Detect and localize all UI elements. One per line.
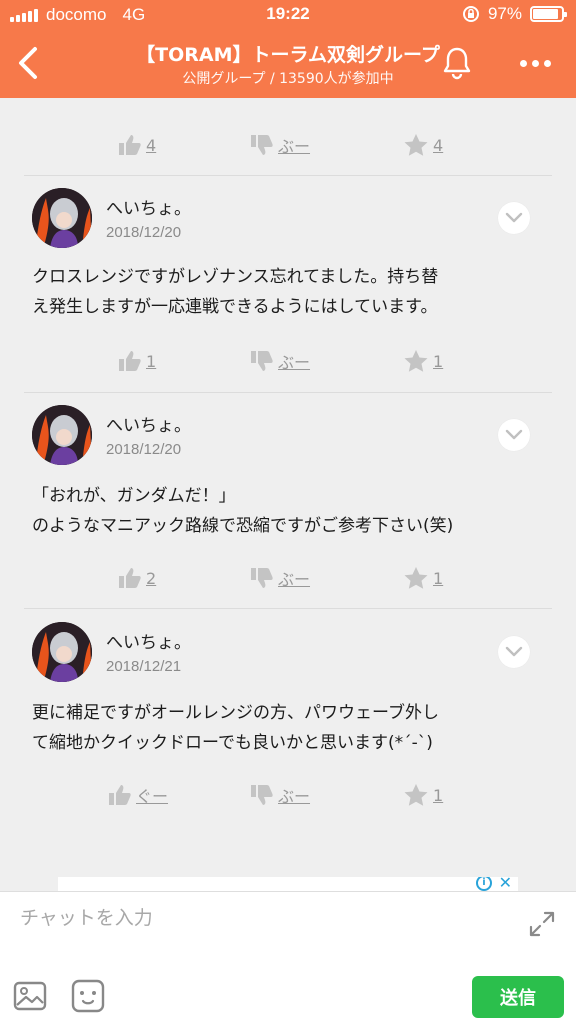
orientation-lock-icon <box>462 6 479 22</box>
text-line: 更に補足ですがオールレンジの方、パワウェーブ外し <box>32 703 439 723</box>
post-text: 「おれが、ガンダムだ！」 のようなマニアック路線で恐縮ですがご参考下さい(笑) <box>32 481 542 541</box>
like-count: 2 <box>146 568 157 588</box>
more-options-button[interactable] <box>510 42 560 84</box>
ad-info-icon[interactable]: i <box>476 877 492 891</box>
dot-icon <box>531 59 539 67</box>
notification-button[interactable] <box>436 42 478 84</box>
dislike-button[interactable]: ぶー <box>250 130 310 160</box>
dislike-label: ぶー <box>278 353 311 372</box>
bell-icon <box>443 47 471 80</box>
star-icon <box>404 350 428 372</box>
avatar[interactable] <box>32 405 92 465</box>
like-button[interactable]: ぐー <box>108 780 168 810</box>
sticker-button[interactable] <box>70 978 106 1014</box>
text-line: え発生しますが一応連戦できるようにはしています。 <box>32 297 438 317</box>
thumbs-up-icon <box>119 135 141 155</box>
back-button[interactable] <box>8 40 48 86</box>
star-icon <box>404 134 428 156</box>
chevron-left-icon <box>19 47 37 79</box>
app-header: 【TORAM】トーラム双剣グループ 公開グループ / 13590人が参加中 <box>0 30 576 98</box>
reaction-row: 4 ぶー 4 <box>0 130 576 160</box>
dot-icon <box>543 59 551 67</box>
favorite-button[interactable]: 4 <box>403 130 443 160</box>
thumbs-up-icon <box>119 568 141 588</box>
chevron-down-icon <box>505 646 523 657</box>
star-icon <box>404 567 428 589</box>
post-menu-button[interactable] <box>498 202 530 234</box>
post-menu-button[interactable] <box>498 419 530 451</box>
thumbs-up-icon <box>119 351 141 371</box>
author-name: へいちょ。 <box>106 416 191 436</box>
image-button[interactable] <box>12 978 48 1014</box>
star-icon <box>404 784 428 806</box>
text-line: て縮地かクイックドローでも良いかと思います(*´-`) <box>32 733 433 753</box>
avatar-image <box>32 405 92 465</box>
chat-input[interactable] <box>20 900 500 936</box>
expand-button[interactable] <box>528 910 556 938</box>
reaction-row: 2 ぶー 1 <box>0 563 576 593</box>
like-button[interactable]: 1 <box>118 346 156 376</box>
thumbs-up-icon <box>109 785 131 805</box>
post-menu-button[interactable] <box>498 636 530 668</box>
text-line: 「おれが、ガンダムだ！」 <box>32 486 236 506</box>
reaction-row: ぐー ぶー 1 <box>0 780 576 810</box>
text-line: クロスレンジですがレゾナンス忘れてました。持ち替 <box>32 267 439 287</box>
post-text: 更に補足ですがオールレンジの方、パワウェーブ外し て縮地かクイックドローでも良い… <box>32 698 542 758</box>
dislike-button[interactable]: ぶー <box>250 346 310 376</box>
thumbs-down-icon <box>251 135 273 155</box>
battery-icon <box>530 6 567 22</box>
dislike-label: ぶー <box>278 137 311 156</box>
sticker-icon <box>71 979 105 1013</box>
favorite-button[interactable]: 1 <box>403 563 443 593</box>
like-button[interactable]: 2 <box>118 563 156 593</box>
chat-input-bar: 送信 <box>0 891 576 1024</box>
dislike-button[interactable]: ぶー <box>250 780 310 810</box>
thumbs-down-icon <box>251 785 273 805</box>
post-date: 2018/12/21 <box>106 658 182 675</box>
like-count: 4 <box>146 135 157 155</box>
post-text: クロスレンジですがレゾナンス忘れてました。持ち替 え発生しますが一応連戦できるよ… <box>32 262 542 322</box>
avatar[interactable] <box>32 188 92 248</box>
send-button[interactable]: 送信 <box>472 976 564 1018</box>
favorite-button[interactable]: 1 <box>403 780 443 810</box>
post-date: 2018/12/20 <box>106 224 182 241</box>
divider <box>24 608 552 609</box>
chevron-down-icon <box>505 429 523 440</box>
close-icon[interactable]: ✕ <box>499 877 512 891</box>
favorite-count: 4 <box>433 135 444 155</box>
divider <box>24 175 552 176</box>
favorite-count: 1 <box>433 785 444 805</box>
battery-percent: 97% <box>487 4 522 23</box>
like-button[interactable]: 4 <box>118 130 156 160</box>
divider <box>24 392 552 393</box>
favorite-count: 1 <box>433 568 444 588</box>
avatar[interactable] <box>32 622 92 682</box>
post-date: 2018/12/20 <box>106 441 182 458</box>
like-label: ぐー <box>136 787 169 806</box>
favorite-button[interactable]: 1 <box>403 346 443 376</box>
dot-icon <box>519 59 527 67</box>
reaction-row: 1 ぶー 1 <box>0 346 576 376</box>
thumbs-down-icon <box>251 568 273 588</box>
ad-banner[interactable]: i ✕ <box>58 877 518 891</box>
dislike-button[interactable]: ぶー <box>250 563 310 593</box>
avatar-image <box>32 622 92 682</box>
chevron-down-icon <box>505 212 523 223</box>
like-count: 1 <box>146 351 157 371</box>
dislike-label: ぶー <box>278 787 311 806</box>
status-bar: docomo 4G 19:22 97% <box>0 0 576 30</box>
expand-icon <box>529 911 555 937</box>
dislike-label: ぶー <box>278 570 311 589</box>
thumbs-down-icon <box>251 351 273 371</box>
avatar-image <box>32 188 92 248</box>
text-line: のようなマニアック路線で恐縮ですがご参考下さい(笑) <box>32 516 454 536</box>
favorite-count: 1 <box>433 351 444 371</box>
image-icon <box>13 981 47 1011</box>
author-name: へいちょ。 <box>106 633 191 653</box>
author-name: へいちょ。 <box>106 199 191 219</box>
